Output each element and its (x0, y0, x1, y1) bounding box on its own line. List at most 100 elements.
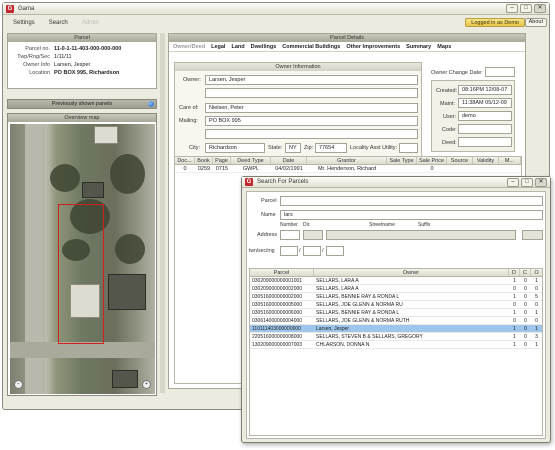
city-field[interactable]: Richardson (205, 143, 265, 153)
close-button[interactable]: ✕ (534, 4, 546, 13)
zoom-out-icon[interactable]: − (14, 380, 23, 389)
number-label: Number (280, 222, 298, 228)
deed-field[interactable] (458, 137, 512, 147)
column-header[interactable]: Book (195, 157, 213, 164)
column-header[interactable]: Grantor (307, 157, 387, 164)
column-header[interactable]: Sale Type (387, 157, 417, 164)
owner-field-2[interactable] (205, 88, 418, 98)
app-icon: G (6, 4, 14, 13)
table-row[interactable]: 130209000000007003 CHLARSON, DONNA N 1 0 1 (250, 341, 542, 349)
dialog-title-bar[interactable]: G Search For Parcels – □ ✕ (242, 177, 550, 188)
tab-dwellings[interactable]: Dwellings (251, 44, 277, 50)
column-header[interactable]: Parcel (250, 269, 314, 276)
name-search-input[interactable]: lars (280, 210, 543, 220)
tab-legal[interactable]: Legal (211, 44, 225, 50)
parcel-search-label: Parcel (261, 198, 277, 204)
twp-input[interactable] (280, 246, 298, 256)
state-field[interactable]: NY (285, 143, 301, 153)
maximize-button[interactable]: □ (520, 4, 532, 13)
rng-input[interactable] (326, 246, 344, 256)
utility-field[interactable] (399, 143, 418, 153)
mailing-field-2[interactable] (205, 129, 418, 139)
maximize-button[interactable]: □ (521, 178, 533, 187)
user-field[interactable]: demo (458, 111, 512, 121)
table-cell: SELLARS, LARA A (316, 286, 359, 292)
column-header[interactable]: Owner (314, 269, 509, 276)
close-button[interactable]: ✕ (535, 178, 547, 187)
column-header[interactable]: O (531, 269, 542, 276)
map-tree (50, 164, 80, 192)
column-header[interactable]: Source (447, 157, 473, 164)
zip-field[interactable]: 77654 (315, 143, 347, 153)
column-header[interactable]: Date (271, 157, 307, 164)
result-rows: 030209000000001001 SELLARS, LARA A 1 0 1 0302… (250, 277, 542, 349)
title-bar[interactable]: G Gama – □ ✕ (3, 3, 549, 15)
owner-change-date-field[interactable] (485, 67, 515, 77)
previous-panels-bar[interactable]: Previously shown panels (7, 99, 157, 109)
suffix-select[interactable] (522, 230, 543, 240)
table-cell: 04/02/1991 (275, 166, 303, 172)
utility-label: Locality Asst Utility: (350, 145, 398, 151)
table-row[interactable]: 030516000000006000 SELLARS, BENNIE RAY & … (250, 309, 542, 317)
tab-land[interactable]: Land (231, 44, 244, 50)
table-row[interactable]: 030209000000002000 SELLARS, LARA A 0 0 0 (250, 285, 542, 293)
owner-info-title: Owner Information (175, 63, 421, 71)
maint-field[interactable]: 11:38AM 05/12-09 (458, 98, 512, 108)
column-header[interactable]: Deed Type (231, 157, 271, 164)
mailing-field[interactable]: PO BOX 995 (205, 116, 418, 126)
menu-search[interactable]: Search (49, 20, 68, 26)
parcel-search-input[interactable] (280, 196, 543, 206)
tab-other-improvements[interactable]: Other Improvements (346, 44, 400, 50)
column-header[interactable]: Doc... (175, 157, 195, 164)
table-row[interactable]: 030516000000002000 SELLARS, BENNIE RAY & … (250, 293, 542, 301)
table-cell: 1 (513, 294, 516, 300)
minimize-button[interactable]: – (506, 4, 518, 13)
table-cell: 0 (524, 278, 527, 284)
streetname-input[interactable] (326, 230, 516, 240)
menu-admin[interactable]: Admin (82, 20, 99, 26)
map-building (82, 182, 104, 198)
tab-owner-deed[interactable]: Owner/Deed (173, 44, 205, 50)
table-cell: 0 (524, 286, 527, 292)
tab-commercial-buildings[interactable]: Commercial Buildings (282, 44, 340, 50)
aerial-map[interactable]: − + (10, 124, 155, 394)
address-dir-select[interactable] (303, 230, 323, 240)
table-cell: 0 (183, 166, 187, 172)
about-button[interactable]: About (524, 18, 547, 27)
table-cell: 030209000000001001 (252, 278, 303, 284)
column-header[interactable]: Sale Price (417, 157, 447, 164)
tab-summary[interactable]: Summary (406, 44, 431, 50)
address-number-input[interactable] (280, 230, 300, 240)
table-row[interactable]: 030209000000001001 SELLARS, LARA A 1 0 1 (250, 277, 542, 285)
table-row[interactable]: 030516000000005000 SELLARS, JOE GLENN & N… (250, 301, 542, 309)
table-cell: 130209000000007003 (252, 342, 303, 348)
parcel-boundary[interactable] (58, 204, 104, 344)
menu-settings[interactable]: Settings (13, 20, 35, 26)
minimize-button[interactable]: – (507, 178, 519, 187)
table-cell (473, 165, 499, 172)
created-field[interactable]: 08:16PM 12/08-07 (458, 85, 512, 95)
column-header[interactable]: D (509, 269, 520, 276)
table-cell: 0 (430, 166, 434, 172)
column-header[interactable]: Page (213, 157, 231, 164)
column-header[interactable]: C (520, 269, 531, 276)
table-row[interactable]: 030614000000004000 SELLARS, JOE GLENN & N… (250, 317, 542, 325)
careof-field[interactable]: Nielsen, Peter (205, 103, 418, 113)
zoom-in-icon[interactable]: + (142, 380, 151, 389)
panel-splitter[interactable] (160, 33, 165, 393)
suffix-label: Suffix (418, 222, 431, 228)
logged-in-badge[interactable]: Logged in as Demo (465, 18, 525, 27)
owner-field[interactable]: Larsen, Jesper (205, 75, 418, 85)
column-header[interactable]: Validity (473, 157, 499, 164)
column-header[interactable]: M... (499, 157, 521, 164)
table-row[interactable]: 110111403000000000 Larsen, Jesper 1 0 1 (250, 325, 542, 333)
table-cell: 0 (524, 326, 527, 332)
code-field[interactable] (458, 124, 512, 134)
table-cell: SELLARS, LARA A (316, 278, 359, 284)
table-row[interactable]: 220516000000008000 SELLARS, STEVEN B & SE… (250, 333, 542, 341)
table-row[interactable]: 0 0259 0715 GWPL 04/02/1991 Mr. Henderso… (175, 165, 521, 173)
globe-icon[interactable] (148, 101, 154, 107)
tab-maps[interactable]: Maps (437, 44, 451, 50)
sec-input[interactable] (303, 246, 321, 256)
user-label: User: (443, 114, 457, 120)
